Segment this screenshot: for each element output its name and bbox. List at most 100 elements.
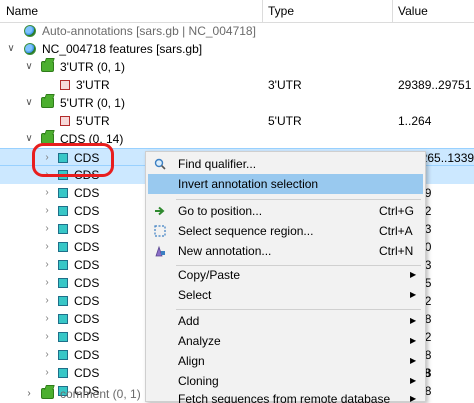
column-name-header[interactable]: Name: [0, 0, 262, 22]
cds-icon: [58, 206, 68, 216]
menu-item-find-qualifier[interactable]: Find qualifier...: [148, 154, 423, 174]
new-annotation-icon: [155, 245, 165, 257]
tree-row-label: 3'UTR: [76, 78, 110, 92]
menu-item-new-annotation[interactable]: New annotation... Ctrl+N: [148, 241, 423, 261]
chevron-right-icon[interactable]: ›: [42, 202, 52, 220]
tree-row-label: CDS: [74, 186, 100, 200]
cds-icon: [58, 170, 68, 180]
submenu-arrow-icon: ▶: [410, 290, 417, 299]
folder-icon: [41, 97, 54, 108]
tree-row-annotation[interactable]: 3'UTR 3'UTR 29389..29751: [0, 76, 474, 94]
folder-icon: [41, 133, 54, 144]
chevron-right-icon[interactable]: ›: [42, 238, 52, 256]
chevron-right-icon[interactable]: ›: [42, 346, 52, 364]
tree-row-label: NC_004718 features [sars.gb]: [42, 42, 203, 56]
cds-icon: [58, 350, 68, 360]
submenu-arrow-icon: ▶: [410, 356, 417, 365]
chevron-down-icon[interactable]: ∨: [24, 130, 34, 148]
tree-row-label: CDS: [74, 168, 100, 182]
submenu-arrow-icon: ▶: [410, 316, 417, 325]
menu-item-label: Copy/Paste: [178, 268, 241, 282]
tree-row-group-cds[interactable]: ∨ CDS (0, 14): [0, 130, 474, 148]
menu-item-analyze[interactable]: Analyze ▶: [148, 331, 423, 351]
chevron-right-icon[interactable]: ›: [42, 149, 52, 167]
magnifier-icon: [154, 158, 166, 170]
menu-item-label: Cloning: [178, 374, 219, 388]
folder-icon: [41, 388, 54, 399]
tree-row-label: 5'UTR: [76, 114, 110, 128]
chevron-down-icon[interactable]: ∨: [24, 94, 34, 112]
tree-row-label: CDS: [74, 222, 100, 236]
tree-row-features-group[interactable]: ∨ NC_004718 features [sars.gb]: [0, 40, 474, 58]
menu-item-shortcut: Ctrl+N: [379, 244, 414, 258]
column-value-header[interactable]: Value: [392, 0, 474, 22]
type-cell: 3'UTR: [268, 78, 302, 92]
chevron-right-icon[interactable]: ›: [42, 328, 52, 346]
cds-icon: [58, 278, 68, 288]
tree-row-group-3utr[interactable]: ∨ 3'UTR (0, 1): [0, 58, 474, 76]
menu-item-copy-paste[interactable]: Copy/Paste ▶: [148, 265, 423, 285]
chevron-right-icon[interactable]: ›: [42, 274, 52, 292]
menu-item-add[interactable]: Add ▶: [148, 311, 423, 331]
menu-item-label: Align: [178, 354, 205, 368]
cds-icon: [58, 332, 68, 342]
column-type-header[interactable]: Type: [262, 0, 392, 22]
cds-icon: [58, 188, 68, 198]
menu-item-label: Analyze: [178, 334, 221, 348]
menu-item-label: Find qualifier...: [178, 157, 257, 171]
menu-item-invert-selection[interactable]: Invert annotation selection: [148, 174, 423, 194]
menu-item-cloning[interactable]: Cloning ▶: [148, 371, 423, 391]
tree-row-label: 5'UTR (0, 1): [60, 96, 125, 110]
globe-icon: [24, 43, 36, 55]
menu-item-label: Add: [178, 314, 200, 328]
annotation-icon: [60, 80, 70, 90]
chevron-right-icon[interactable]: ›: [42, 292, 52, 310]
chevron-right-icon[interactable]: ›: [42, 184, 52, 202]
chevron-right-icon[interactable]: ›: [24, 385, 34, 403]
menu-item-fetch-sequences[interactable]: Fetch sequences from remote database ▶: [148, 389, 423, 403]
menu-item-label: Go to position...: [178, 204, 263, 218]
tree-row-annotation[interactable]: 5'UTR 5'UTR 1..264: [0, 112, 474, 130]
cds-icon: [58, 153, 68, 163]
menu-item-select[interactable]: Select ▶: [148, 285, 423, 305]
annotation-icon: [60, 116, 70, 126]
menu-item-label: Select: [178, 288, 212, 302]
tree-row-label: CDS: [74, 348, 100, 362]
arrow-right-icon: [155, 206, 165, 216]
chevron-right-icon[interactable]: ›: [42, 256, 52, 274]
value-cell: 1..264: [398, 114, 432, 128]
submenu-arrow-icon: ▶: [410, 270, 417, 279]
menu-item-label: Fetch sequences from remote database: [178, 392, 391, 403]
tree-row-label: CDS: [74, 240, 100, 254]
chevron-right-icon[interactable]: ›: [42, 220, 52, 238]
tree-row-label: CDS: [74, 276, 100, 290]
menu-item-go-to-position[interactable]: Go to position... Ctrl+G: [148, 201, 423, 221]
tree-row-label: CDS (0, 14): [60, 132, 124, 146]
menu-item-shortcut: Ctrl+A: [379, 224, 413, 238]
tree-row-group-5utr[interactable]: ∨ 5'UTR (0, 1): [0, 94, 474, 112]
menu-item-label: Invert annotation selection: [178, 177, 319, 191]
submenu-arrow-icon: ▶: [410, 394, 417, 403]
menu-item-select-sequence-region[interactable]: Select sequence region... Ctrl+A: [148, 221, 423, 241]
cds-icon: [58, 314, 68, 324]
menu-item-label: Select sequence region...: [178, 224, 314, 238]
chevron-right-icon[interactable]: ›: [42, 166, 52, 184]
tree-row-label: CDS: [74, 258, 100, 272]
tree-row-label: Auto-annotations [sars.gb | NC_004718]: [42, 24, 256, 38]
menu-item-label: New annotation...: [178, 244, 272, 258]
chevron-right-icon[interactable]: ›: [42, 310, 52, 328]
tree-row-label: CDS: [74, 151, 100, 165]
submenu-arrow-icon: ▶: [410, 376, 417, 385]
chevron-down-icon[interactable]: ∨: [6, 40, 16, 58]
value-cell: 29389..29751: [398, 78, 472, 92]
tree-row-label: CDS: [74, 312, 100, 326]
tree-row-auto-annotations[interactable]: Auto-annotations [sars.gb | NC_004718]: [0, 22, 474, 40]
tree-row-label: 3'UTR (0, 1): [60, 60, 125, 74]
tree-row-label: CDS: [74, 204, 100, 218]
menu-item-align[interactable]: Align ▶: [148, 351, 423, 371]
chevron-down-icon[interactable]: ∨: [24, 58, 34, 76]
tree-row-label: CDS: [74, 330, 100, 344]
cds-icon: [58, 260, 68, 270]
type-cell: 5'UTR: [268, 114, 302, 128]
context-menu: Find qualifier... Invert annotation sele…: [145, 151, 426, 403]
